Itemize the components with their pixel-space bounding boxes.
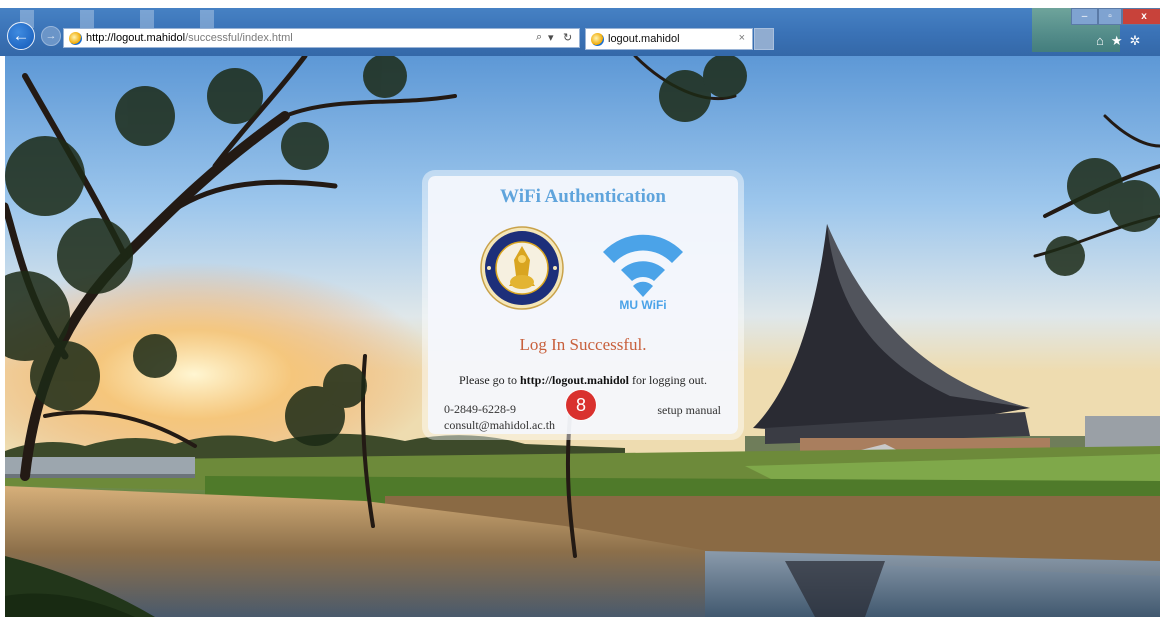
close-window-button[interactable]: x bbox=[1122, 8, 1160, 25]
instruction-prefix: Please go to bbox=[458, 373, 520, 387]
setup-manual-link[interactable]: setup manual bbox=[657, 403, 721, 418]
refresh-icon[interactable]: ↻ bbox=[563, 31, 572, 44]
wifi-label: MU WiFi bbox=[619, 298, 666, 310]
login-status: Log In Successful. bbox=[519, 335, 647, 354]
wifi-auth-card: WiFi Authentication MU WiFi Log In Succe… bbox=[428, 176, 738, 434]
address-url[interactable]: http://logout.mahidol/successful/index.h… bbox=[86, 32, 293, 44]
contact-phone: 0-2849-6228-9 bbox=[444, 402, 516, 416]
step-number-badge: 8 bbox=[566, 390, 596, 420]
logout-link[interactable]: http://logout.mahidol bbox=[520, 373, 629, 387]
ie-favicon bbox=[69, 32, 82, 45]
instruction-suffix: for logging out. bbox=[629, 373, 708, 387]
mahidol-university-seal-icon bbox=[480, 226, 564, 310]
search-dropdown-icon[interactable]: ▾ bbox=[548, 31, 554, 44]
window-top-edge bbox=[0, 0, 1160, 8]
maximize-button[interactable]: ▫ bbox=[1098, 8, 1122, 25]
minimize-button[interactable]: – bbox=[1071, 8, 1098, 25]
search-icon[interactable]: ⌕ bbox=[536, 31, 542, 44]
forward-arrow-icon[interactable]: → bbox=[41, 26, 61, 46]
tab-logout-mahidol[interactable]: logout.mahidol × bbox=[585, 28, 753, 50]
url-path: /successful/index.html bbox=[185, 32, 293, 44]
address-bar[interactable]: http://logout.mahidol/successful/index.h… bbox=[63, 28, 580, 48]
tab-title: logout.mahidol bbox=[608, 33, 680, 45]
card-title: WiFi Authentication bbox=[500, 186, 666, 207]
tab-close-icon[interactable]: × bbox=[739, 32, 745, 44]
logout-instruction: Please go to http://logout.mahidol for l… bbox=[428, 373, 738, 388]
back-arrow-icon[interactable]: ← bbox=[7, 22, 35, 50]
wifi-icon: MU WiFi bbox=[603, 234, 683, 310]
new-tab-button[interactable] bbox=[754, 28, 774, 50]
url-host: http://logout.mahidol bbox=[86, 32, 186, 44]
contact-email[interactable]: consult@mahidol.ac.th bbox=[444, 418, 555, 433]
taskbar-thumbnails bbox=[20, 8, 320, 30]
toolbar-icons[interactable]: ⌂★✲ bbox=[1096, 33, 1147, 49]
ie-favicon bbox=[591, 33, 604, 46]
window-controls: – ▫ x bbox=[1071, 8, 1160, 25]
browser-toolbar: ← → http://logout.mahidol/successful/ind… bbox=[0, 0, 1160, 56]
